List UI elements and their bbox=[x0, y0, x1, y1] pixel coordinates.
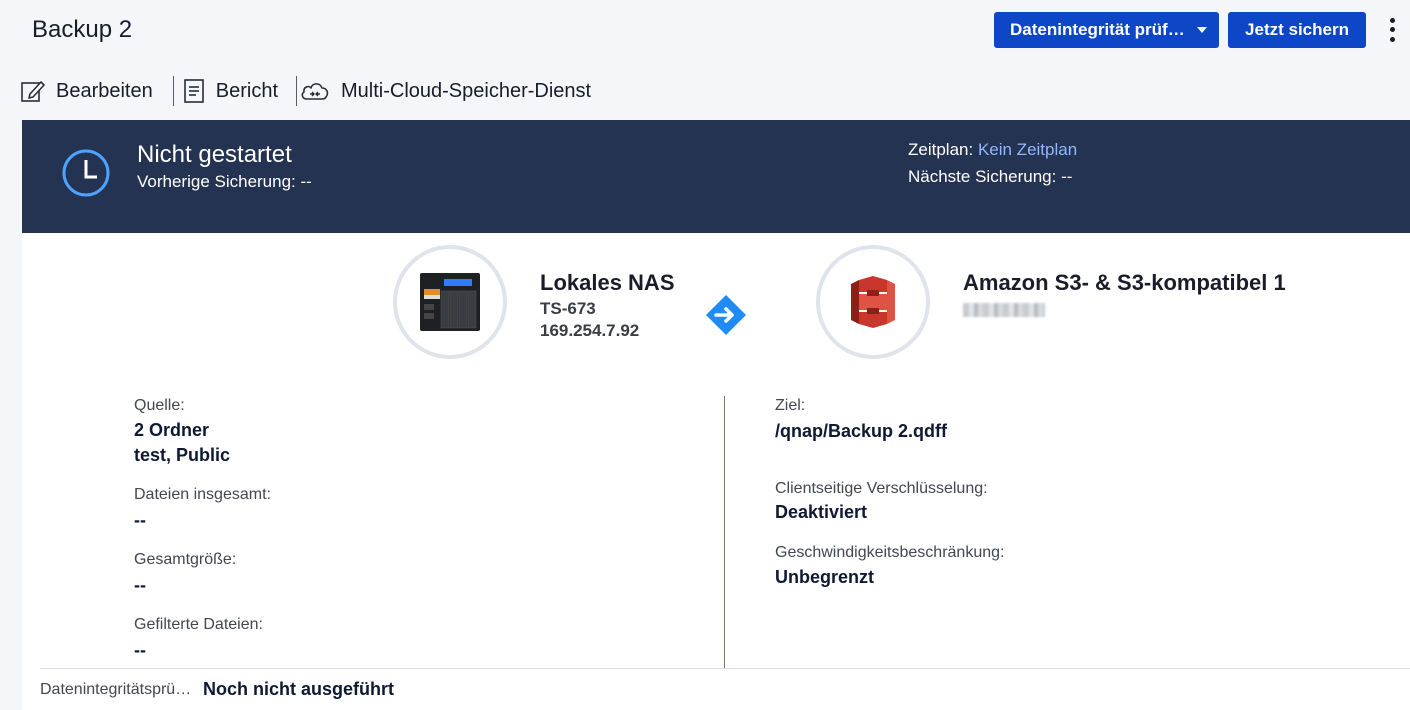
speed-limit-label: Geschwindigkeitsbeschränkung: bbox=[775, 544, 1005, 561]
more-options-icon[interactable] bbox=[1384, 16, 1400, 44]
integrity-status-value: Noch nicht ausgeführt bbox=[203, 679, 395, 699]
filtered-files-label: Gefilterte Dateien: bbox=[134, 616, 263, 633]
source-device-name: Lokales NAS bbox=[540, 270, 675, 295]
target-path: /qnap/Backup 2.qdff bbox=[775, 421, 948, 441]
source-device-ip: 169.254.7.92 bbox=[540, 321, 640, 340]
report-label[interactable]: Bericht bbox=[216, 80, 278, 103]
toolbar-divider bbox=[296, 76, 297, 106]
edit-icon bbox=[21, 81, 45, 102]
total-files-value: -- bbox=[134, 510, 146, 530]
schedule-link[interactable]: Kein Zeitplan bbox=[978, 140, 1077, 159]
total-size-value: -- bbox=[134, 575, 146, 595]
multicloud-button[interactable]: Multi-Cloud-Speicher-Dienst bbox=[299, 78, 591, 104]
status-title: Nicht gestartet bbox=[137, 141, 292, 168]
source-device-model: TS-673 bbox=[540, 299, 596, 318]
amazon-s3-icon bbox=[851, 276, 895, 328]
s3-device-circle bbox=[816, 245, 930, 359]
backup-now-button[interactable]: Jetzt sichern bbox=[1228, 12, 1366, 48]
nas-device-circle bbox=[393, 245, 507, 359]
filtered-files-value: -- bbox=[134, 640, 146, 660]
page-title: Backup 2 bbox=[32, 16, 133, 43]
cloud-sync-icon bbox=[301, 83, 329, 100]
toolbar-divider bbox=[172, 76, 174, 106]
previous-backup: Vorherige Sicherung: -- bbox=[137, 172, 312, 191]
integrity-check-label[interactable]: Datenintegrität prüf… bbox=[994, 20, 1184, 40]
source-folders: test, Public bbox=[134, 445, 231, 465]
redacted-bucket-name bbox=[963, 303, 1045, 317]
target-label: Ziel: bbox=[775, 397, 806, 414]
footer-divider bbox=[40, 668, 1410, 669]
integrity-check-button[interactable]: Datenintegrität prüf… bbox=[994, 12, 1219, 48]
source-label: Quelle: bbox=[134, 397, 185, 414]
multicloud-label[interactable]: Multi-Cloud-Speicher-Dienst bbox=[341, 80, 591, 103]
clock-icon bbox=[62, 149, 110, 197]
details-divider bbox=[724, 396, 725, 668]
edit-label[interactable]: Bearbeiten bbox=[56, 80, 153, 103]
encryption-value: Deaktiviert bbox=[775, 502, 868, 522]
target-device-name: Amazon S3- & S3-kompatibel 1 bbox=[963, 270, 1286, 295]
edit-button[interactable]: Bearbeiten bbox=[20, 78, 153, 104]
status-banner: Nicht gestartet Vorherige Sicherung: -- … bbox=[22, 120, 1410, 233]
encryption-label: Clientseitige Verschlüsselung: bbox=[775, 480, 988, 497]
source-count: 2 Ordner bbox=[134, 420, 210, 440]
nas-icon bbox=[420, 273, 480, 331]
next-backup: Nächste Sicherung: -- bbox=[908, 167, 1073, 186]
toolbar: Bearbeiten Bericht Multi-Cloud-Speicher-… bbox=[20, 74, 591, 108]
schedule-label: Zeitplan: bbox=[908, 140, 974, 159]
arrow-right-icon bbox=[706, 295, 746, 335]
backup-job-panel: Nicht gestartet Vorherige Sicherung: -- … bbox=[22, 120, 1410, 710]
chevron-down-icon[interactable] bbox=[1184, 27, 1219, 33]
report-icon bbox=[183, 79, 204, 103]
speed-limit-value: Unbegrenzt bbox=[775, 567, 874, 587]
schedule: Zeitplan: Kein Zeitplan bbox=[908, 140, 1077, 160]
total-files-label: Dateien insgesamt: bbox=[134, 486, 271, 503]
report-button[interactable]: Bericht bbox=[182, 78, 278, 104]
total-size-label: Gesamtgröße: bbox=[134, 551, 237, 568]
integrity-status-label: Datenintegritätsprü… bbox=[40, 681, 192, 698]
